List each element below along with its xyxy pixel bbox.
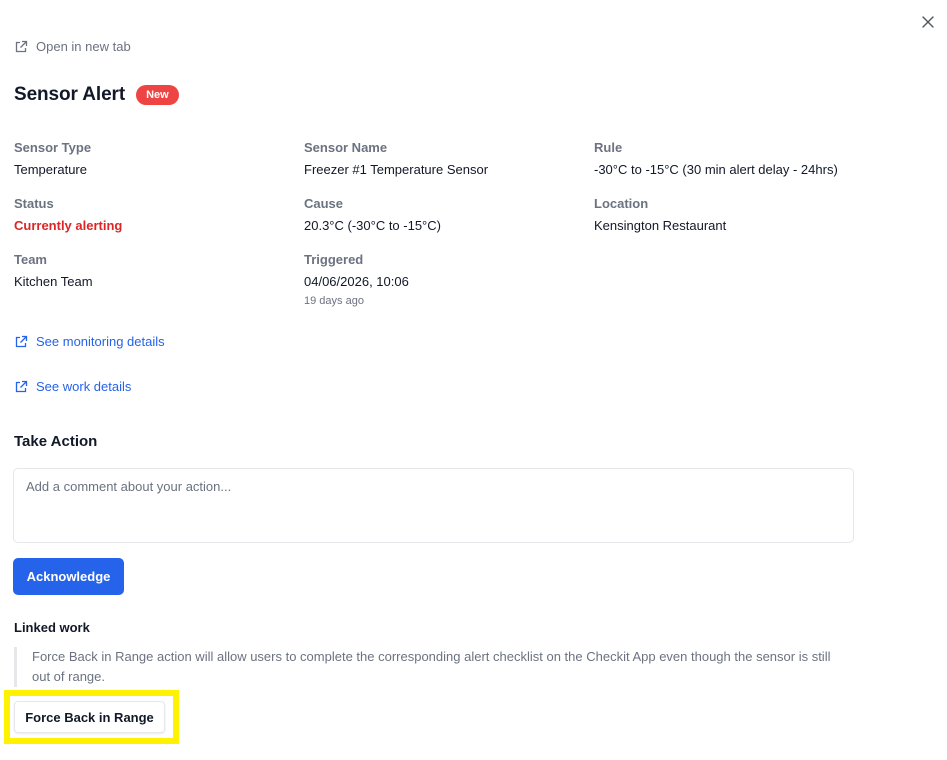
team-value: Kitchen Team bbox=[14, 274, 93, 289]
sensor-alert-panel: Open in new tab Sensor Alert New Sensor … bbox=[0, 0, 947, 760]
external-link-icon bbox=[15, 40, 28, 52]
page-title: Sensor Alert bbox=[14, 84, 126, 105]
sensor-type-label: Sensor Type bbox=[14, 140, 92, 155]
status-value: Currently alerting bbox=[14, 218, 123, 233]
comment-input[interactable] bbox=[13, 468, 854, 543]
team-field: Team Kitchen Team bbox=[14, 252, 93, 290]
external-link-icon bbox=[15, 335, 28, 347]
location-field: Location Kensington Restaurant bbox=[594, 196, 726, 234]
location-value: Kensington Restaurant bbox=[594, 218, 727, 233]
triggered-field: Triggered 04/06/2026, 10:06 19 days ago bbox=[304, 252, 409, 308]
rule-field: Rule -30°C to -15°C (30 min alert delay … bbox=[594, 140, 838, 178]
acknowledge-button[interactable]: Acknowledge bbox=[13, 558, 124, 595]
open-in-new-tab-link[interactable]: Open in new tab bbox=[14, 39, 131, 54]
title-row: Sensor Alert New bbox=[14, 84, 179, 106]
force-back-in-range-button[interactable]: Force Back in Range bbox=[14, 701, 165, 733]
triggered-relative: 19 days ago bbox=[304, 295, 364, 307]
see-work-details-link[interactable]: See work details bbox=[14, 379, 131, 394]
status-label: Status bbox=[14, 196, 54, 211]
cause-label: Cause bbox=[304, 196, 344, 211]
see-monitoring-details-label: See monitoring details bbox=[36, 334, 165, 349]
sensor-name-value: Freezer #1 Temperature Sensor bbox=[304, 162, 489, 177]
status-badge: New bbox=[136, 85, 179, 105]
external-link-icon bbox=[15, 380, 28, 392]
triggered-label: Triggered bbox=[304, 252, 364, 267]
cause-field: Cause 20.3°C (-30°C to -15°C) bbox=[304, 196, 441, 234]
linked-work-title: Linked work bbox=[14, 620, 90, 635]
linked-work-note: Force Back in Range action will allow us… bbox=[14, 647, 849, 687]
sensor-type-field: Sensor Type Temperature bbox=[14, 140, 91, 178]
rule-label: Rule bbox=[594, 140, 623, 155]
team-label: Team bbox=[14, 252, 47, 267]
location-label: Location bbox=[594, 196, 649, 211]
see-monitoring-details-link[interactable]: See monitoring details bbox=[14, 334, 165, 349]
open-in-new-tab-label: Open in new tab bbox=[36, 39, 131, 54]
sensor-name-field: Sensor Name Freezer #1 Temperature Senso… bbox=[304, 140, 488, 178]
see-work-details-label: See work details bbox=[36, 379, 132, 394]
close-icon bbox=[922, 16, 934, 28]
cause-value: 20.3°C (-30°C to -15°C) bbox=[304, 218, 441, 233]
sensor-name-label: Sensor Name bbox=[304, 140, 388, 155]
close-button[interactable] bbox=[918, 12, 938, 32]
triggered-value: 04/06/2026, 10:06 bbox=[304, 274, 409, 289]
take-action-title: Take Action bbox=[14, 433, 98, 450]
status-field: Status Currently alerting bbox=[14, 196, 122, 234]
rule-value: -30°C to -15°C (30 min alert delay - 24h… bbox=[594, 162, 838, 177]
sensor-type-value: Temperature bbox=[14, 162, 87, 177]
